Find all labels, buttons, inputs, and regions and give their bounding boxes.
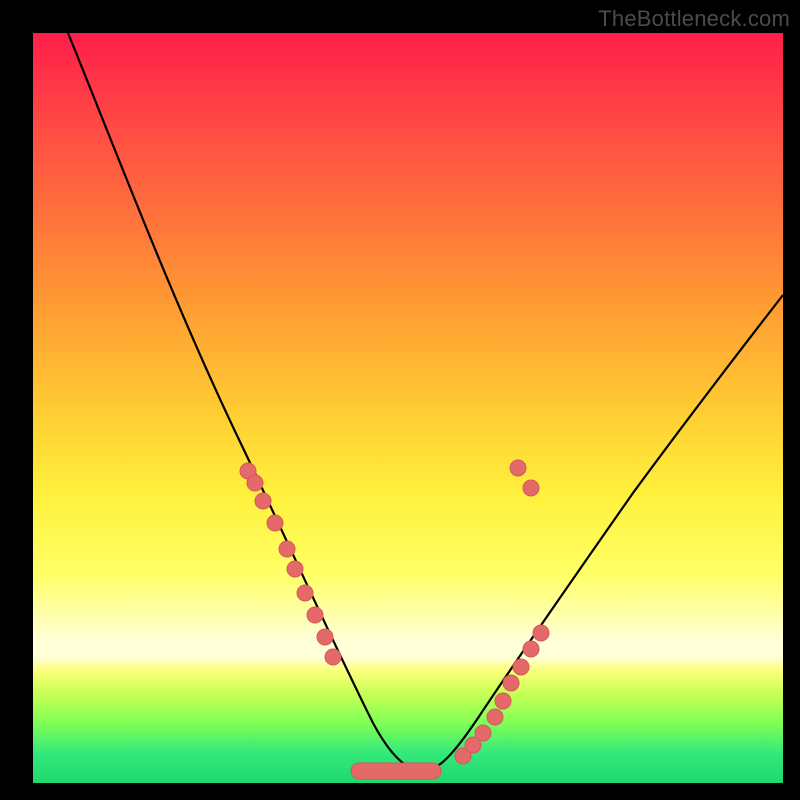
data-dot <box>255 493 271 509</box>
watermark-text: TheBottleneck.com <box>598 6 790 32</box>
trough-dot-band <box>351 763 441 779</box>
data-dot <box>523 480 539 496</box>
bottleneck-curve <box>68 33 783 771</box>
outer-frame: TheBottleneck.com <box>0 0 800 800</box>
data-dot <box>523 641 539 657</box>
data-dot <box>510 460 526 476</box>
data-dot <box>503 675 519 691</box>
plot-area <box>33 33 783 783</box>
data-dot <box>279 541 295 557</box>
data-dot <box>475 725 491 741</box>
data-dot <box>317 629 333 645</box>
data-dot <box>495 693 511 709</box>
data-dot <box>533 625 549 641</box>
data-dot <box>307 607 323 623</box>
data-dot <box>247 475 263 491</box>
data-dot <box>513 659 529 675</box>
data-dot <box>267 515 283 531</box>
data-dot <box>487 709 503 725</box>
data-dot <box>297 585 313 601</box>
data-dot <box>325 649 341 665</box>
data-dot <box>287 561 303 577</box>
curve-svg <box>33 33 783 783</box>
